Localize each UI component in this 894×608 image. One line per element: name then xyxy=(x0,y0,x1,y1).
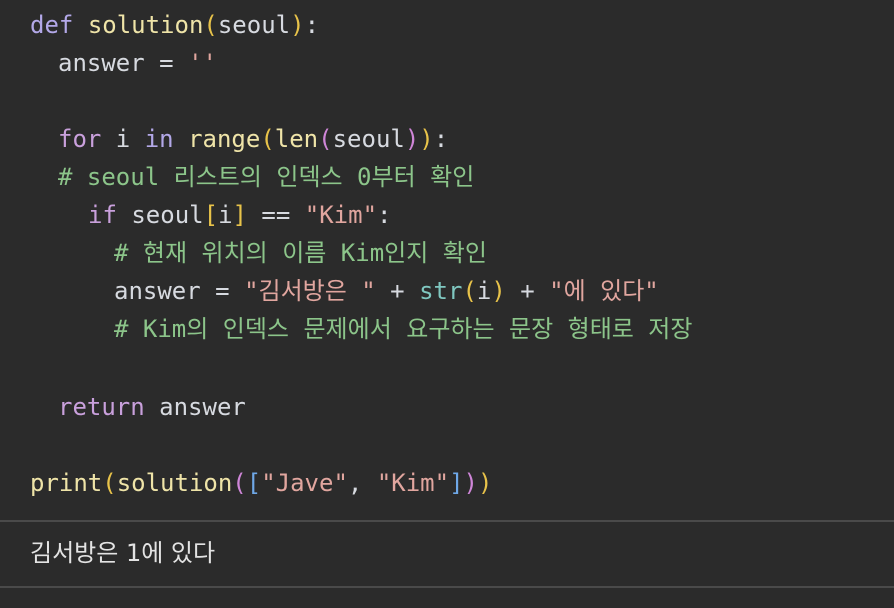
builtin-str: str xyxy=(419,277,463,305)
variable-seoul: seoul xyxy=(116,201,204,229)
code-line-13: print(solution(["Jave", "Kim"])) xyxy=(30,464,492,502)
colon: : xyxy=(433,125,449,153)
paren: ) xyxy=(491,277,506,305)
bracket: [ xyxy=(246,469,262,497)
index-i: i xyxy=(218,201,233,229)
variable-answer: answer xyxy=(114,277,201,305)
notebook-view: def solution(seoul): answer = '' for i i… xyxy=(0,0,894,608)
keyword-if: if xyxy=(88,201,117,229)
output-text: 김서방은 1에 있다 xyxy=(30,539,216,567)
colon: : xyxy=(304,11,320,39)
paren: ( xyxy=(203,11,218,39)
keyword-in: in xyxy=(144,125,174,153)
code-line-6: if seoul[i] == "Kim": xyxy=(88,196,391,234)
operator: + xyxy=(375,277,420,305)
colon: : xyxy=(377,201,392,229)
variable-answer: answer xyxy=(58,49,145,77)
paren: ) xyxy=(477,469,493,497)
code-line-7-comment: # 현재 위치의 이름 Kim인지 확인 xyxy=(114,239,487,267)
loop-variable: i xyxy=(101,125,145,153)
operator: = xyxy=(144,49,189,77)
code-line-1: def solution(seoul): xyxy=(30,6,319,44)
param-name: seoul xyxy=(217,11,291,39)
keyword-return: return xyxy=(58,393,145,421)
builtin-range: range xyxy=(173,125,261,153)
paren: ) xyxy=(419,125,434,153)
code-line-8: answer = "김서방은 " + str(i) + "에 있다" xyxy=(114,272,659,310)
code-cell[interactable]: def solution(seoul): answer = '' for i i… xyxy=(0,0,894,520)
output-area: 김서방은 1에 있다 xyxy=(0,522,894,586)
paren: ) xyxy=(463,469,478,497)
operator: = xyxy=(200,277,245,305)
string-literal: "김서방은 " xyxy=(244,277,376,305)
function-name: solution xyxy=(87,11,204,39)
code-line-9-comment: # Kim의 인덱스 문제에서 요구하는 문장 형태로 저장 xyxy=(114,315,693,343)
paren: ( xyxy=(462,277,477,305)
builtin-print: print xyxy=(30,469,103,497)
code-line-5-comment: # seoul 리스트의 인덱스 0부터 확인 xyxy=(58,163,475,191)
paren: ) xyxy=(290,11,305,39)
code-line-4: for i in range(len(seoul)): xyxy=(58,120,448,158)
operator: + xyxy=(505,277,550,305)
string-literal: "Kim" xyxy=(304,201,378,229)
paren: ( xyxy=(318,125,333,153)
string-literal: "Jave" xyxy=(261,469,348,497)
comma: , xyxy=(347,469,377,497)
paren: ( xyxy=(102,469,117,497)
bracket: [ xyxy=(203,201,219,229)
paren: ( xyxy=(232,469,247,497)
code-line-11: return answer xyxy=(58,388,246,426)
keyword-for: for xyxy=(58,125,102,153)
bracket: ] xyxy=(232,201,247,229)
string-literal: "에 있다" xyxy=(549,277,659,305)
bracket: ] xyxy=(449,469,464,497)
variable-answer: answer xyxy=(144,393,246,421)
index-i: i xyxy=(476,277,492,305)
paren: ( xyxy=(260,125,275,153)
keyword-def: def xyxy=(30,11,74,39)
operator: == xyxy=(246,201,305,229)
paren: ) xyxy=(404,125,420,153)
output-divider xyxy=(0,586,894,588)
code-line-2: answer = '' xyxy=(58,44,217,82)
arg-seoul: seoul xyxy=(332,125,405,153)
string-literal: "Kim" xyxy=(376,469,450,497)
builtin-len: len xyxy=(274,125,319,153)
call-solution: solution xyxy=(116,469,233,497)
string-literal: '' xyxy=(188,49,217,77)
